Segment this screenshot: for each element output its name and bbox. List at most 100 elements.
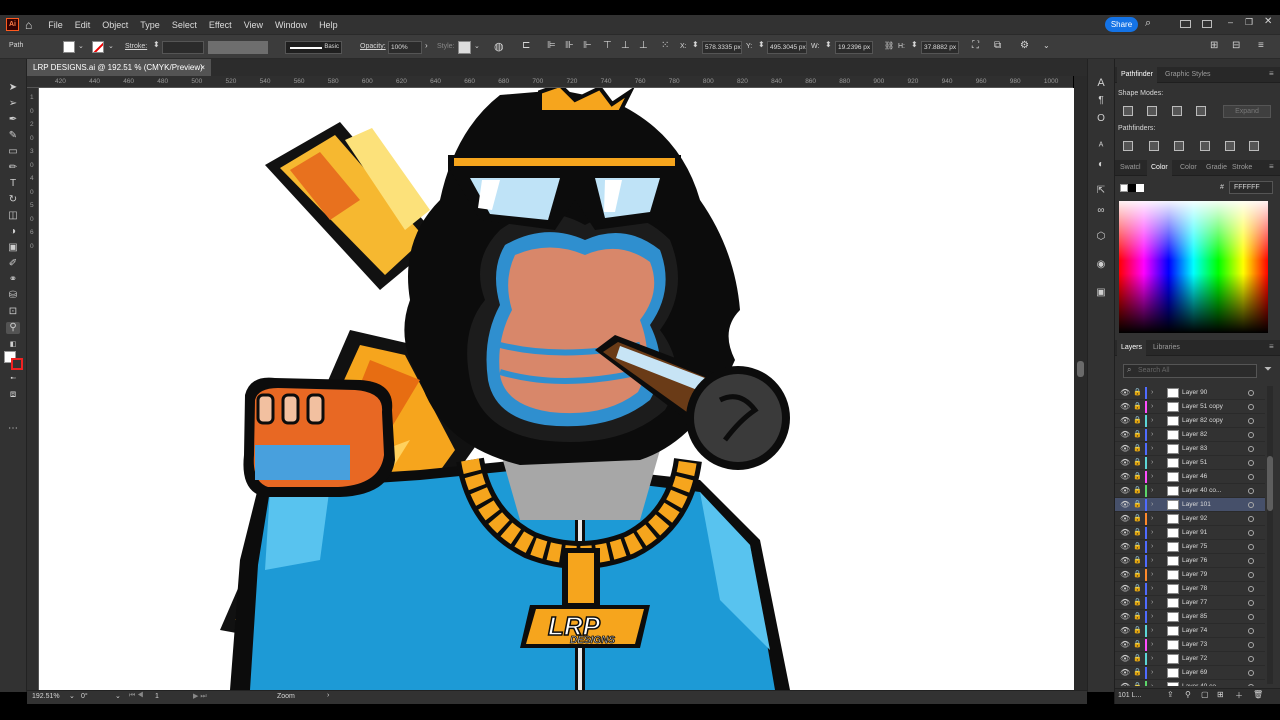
filter-icon[interactable]: ⏷: [1264, 364, 1272, 375]
close-tab-icon[interactable]: ×: [200, 59, 205, 76]
tab-libraries[interactable]: Libraries: [1153, 340, 1180, 356]
exclude-icon[interactable]: [1196, 106, 1206, 116]
visibility-eye-icon[interactable]: 👁: [1120, 526, 1130, 540]
default-colors-icon[interactable]: ◧: [6, 339, 20, 351]
zoom-tool-icon[interactable]: ⚲: [6, 322, 20, 334]
chevron-right-icon[interactable]: ›: [327, 692, 329, 699]
tab-layers[interactable]: Layers: [1117, 340, 1147, 356]
character-panel-icon[interactable]: A: [1094, 77, 1108, 89]
stepper-icon[interactable]: ⬍: [692, 40, 699, 49]
expand-arrow-icon[interactable]: ›: [1151, 526, 1153, 540]
align-vcenter-icon[interactable]: ⊥: [621, 40, 630, 51]
hex-input[interactable]: FFFFFF: [1229, 181, 1273, 194]
layer-name[interactable]: Layer 73: [1182, 638, 1207, 652]
layers-search-input[interactable]: ⌕ Search All: [1123, 364, 1257, 378]
next-artboard-icon[interactable]: ▶ ⏭: [193, 692, 207, 701]
layers-scrollbar[interactable]: [1267, 386, 1273, 684]
expand-arrow-icon[interactable]: ›: [1151, 428, 1153, 442]
stepper-icon[interactable]: ⬍: [758, 40, 765, 49]
visibility-eye-icon[interactable]: 👁: [1120, 554, 1130, 568]
home-icon[interactable]: ⌂: [25, 18, 32, 32]
transparency-panel-icon[interactable]: ◐: [1094, 159, 1108, 171]
stroke-swatch[interactable]: [92, 41, 104, 53]
target-circle-icon[interactable]: [1248, 544, 1254, 550]
expand-arrow-icon[interactable]: ›: [1151, 680, 1153, 686]
target-circle-icon[interactable]: [1248, 530, 1254, 536]
white-swatch[interactable]: [1136, 184, 1144, 192]
lock-icon[interactable]: 🔒: [1133, 638, 1142, 652]
shape-builder-tool-icon[interactable]: ◑: [6, 226, 20, 238]
transform-icon[interactable]: ⛶: [972, 40, 979, 51]
menu-window[interactable]: Window: [269, 20, 313, 30]
lock-icon[interactable]: 🔒: [1133, 428, 1142, 442]
layer-row[interactable]: 👁 🔒 › Layer 82: [1115, 428, 1265, 442]
layer-row[interactable]: 👁 🔒 › Layer 46: [1115, 470, 1265, 484]
align-top-icon[interactable]: ⊤: [603, 40, 612, 51]
visibility-eye-icon[interactable]: 👁: [1120, 442, 1130, 456]
expand-arrow-icon[interactable]: ›: [1151, 540, 1153, 554]
layer-row[interactable]: 👁 🔒 › Layer 74: [1115, 624, 1265, 638]
tab-color-guide[interactable]: Color: [1180, 160, 1197, 176]
artboard-tool-icon[interactable]: ⊡: [6, 306, 20, 318]
lock-icon[interactable]: 🔒: [1133, 386, 1142, 400]
stroke-weight-field[interactable]: [162, 41, 204, 54]
visibility-eye-icon[interactable]: 👁: [1120, 666, 1130, 680]
target-circle-icon[interactable]: [1248, 488, 1254, 494]
minus-back-icon[interactable]: [1249, 141, 1259, 151]
target-circle-icon[interactable]: [1248, 418, 1254, 424]
export-panel-icon[interactable]: ⇱: [1094, 185, 1108, 197]
share-button[interactable]: Share: [1105, 17, 1138, 32]
layer-row[interactable]: 👁 🔒 › Layer 51: [1115, 456, 1265, 470]
expand-arrow-icon[interactable]: ›: [1151, 414, 1153, 428]
export-icon[interactable]: ⇪: [1167, 690, 1174, 699]
stepper-icon[interactable]: ⬍: [911, 40, 918, 49]
visibility-eye-icon[interactable]: 👁: [1120, 568, 1130, 582]
shape-mode-icon[interactable]: ⧉: [994, 40, 1001, 51]
visibility-eye-icon[interactable]: 👁: [1120, 400, 1130, 414]
target-circle-icon[interactable]: [1248, 446, 1254, 452]
scroll-thumb[interactable]: [1267, 456, 1273, 511]
layer-name[interactable]: Layer 79: [1182, 568, 1207, 582]
direct-selection-tool-icon[interactable]: ➢: [6, 98, 20, 110]
target-circle-icon[interactable]: [1248, 432, 1254, 438]
target-circle-icon[interactable]: [1248, 404, 1254, 410]
eyedropper-tool-icon[interactable]: ✐: [6, 258, 20, 270]
gradient-tool-icon[interactable]: ▣: [6, 242, 20, 254]
expand-arrow-icon[interactable]: ›: [1151, 386, 1153, 400]
blend-tool-icon[interactable]: ⚭: [6, 274, 20, 286]
visibility-eye-icon[interactable]: 👁: [1120, 652, 1130, 666]
expand-arrow-icon[interactable]: ›: [1151, 498, 1153, 512]
menu-edit[interactable]: Edit: [69, 20, 97, 30]
expand-arrow-icon[interactable]: ›: [1151, 484, 1153, 498]
panel-menu-icon[interactable]: ≡: [1269, 342, 1274, 351]
layer-row[interactable]: 👁 🔒 › Layer 79: [1115, 568, 1265, 582]
scroll-thumb[interactable]: [1077, 361, 1084, 377]
close-window-icon[interactable]: ✕: [1264, 16, 1272, 27]
lock-icon[interactable]: 🔒: [1133, 680, 1142, 686]
menu-effect[interactable]: Effect: [203, 20, 238, 30]
panel-menu-icon[interactable]: ≡: [1269, 162, 1274, 171]
layer-row[interactable]: 👁 🔒 › Layer 82 copy: [1115, 414, 1265, 428]
layer-name[interactable]: Layer 92: [1182, 512, 1207, 526]
expand-arrow-icon[interactable]: ›: [1151, 568, 1153, 582]
opacity-field[interactable]: 100%: [388, 41, 422, 54]
layer-row[interactable]: 👁 🔒 › Layer 78: [1115, 582, 1265, 596]
expand-arrow-icon[interactable]: ›: [1151, 442, 1153, 456]
expand-arrow-icon[interactable]: ›: [1151, 456, 1153, 470]
glyphs-panel-icon[interactable]: ᴬ: [1094, 141, 1108, 153]
tab-graphic-styles[interactable]: Graphic Styles: [1165, 67, 1211, 83]
lock-icon[interactable]: 🔒: [1133, 442, 1142, 456]
stroke-label[interactable]: Stroke:: [125, 43, 147, 50]
opacity-label[interactable]: Opacity:: [360, 43, 386, 50]
recolor-artwork-icon[interactable]: ◍: [494, 40, 504, 53]
visibility-eye-icon[interactable]: 👁: [1120, 414, 1130, 428]
layer-name[interactable]: Layer 77: [1182, 596, 1207, 610]
stepper-icon[interactable]: ⬍: [825, 40, 832, 49]
layer-name[interactable]: Layer 82 copy: [1182, 414, 1223, 428]
lock-icon[interactable]: 🔒: [1133, 414, 1142, 428]
delete-layer-icon[interactable]: 🗑: [1253, 690, 1263, 699]
lock-icon[interactable]: 🔒: [1133, 484, 1142, 498]
lock-icon[interactable]: 🔒: [1133, 498, 1142, 512]
search-icon[interactable]: ⌕: [1145, 17, 1151, 30]
lock-icon[interactable]: 🔒: [1133, 596, 1142, 610]
